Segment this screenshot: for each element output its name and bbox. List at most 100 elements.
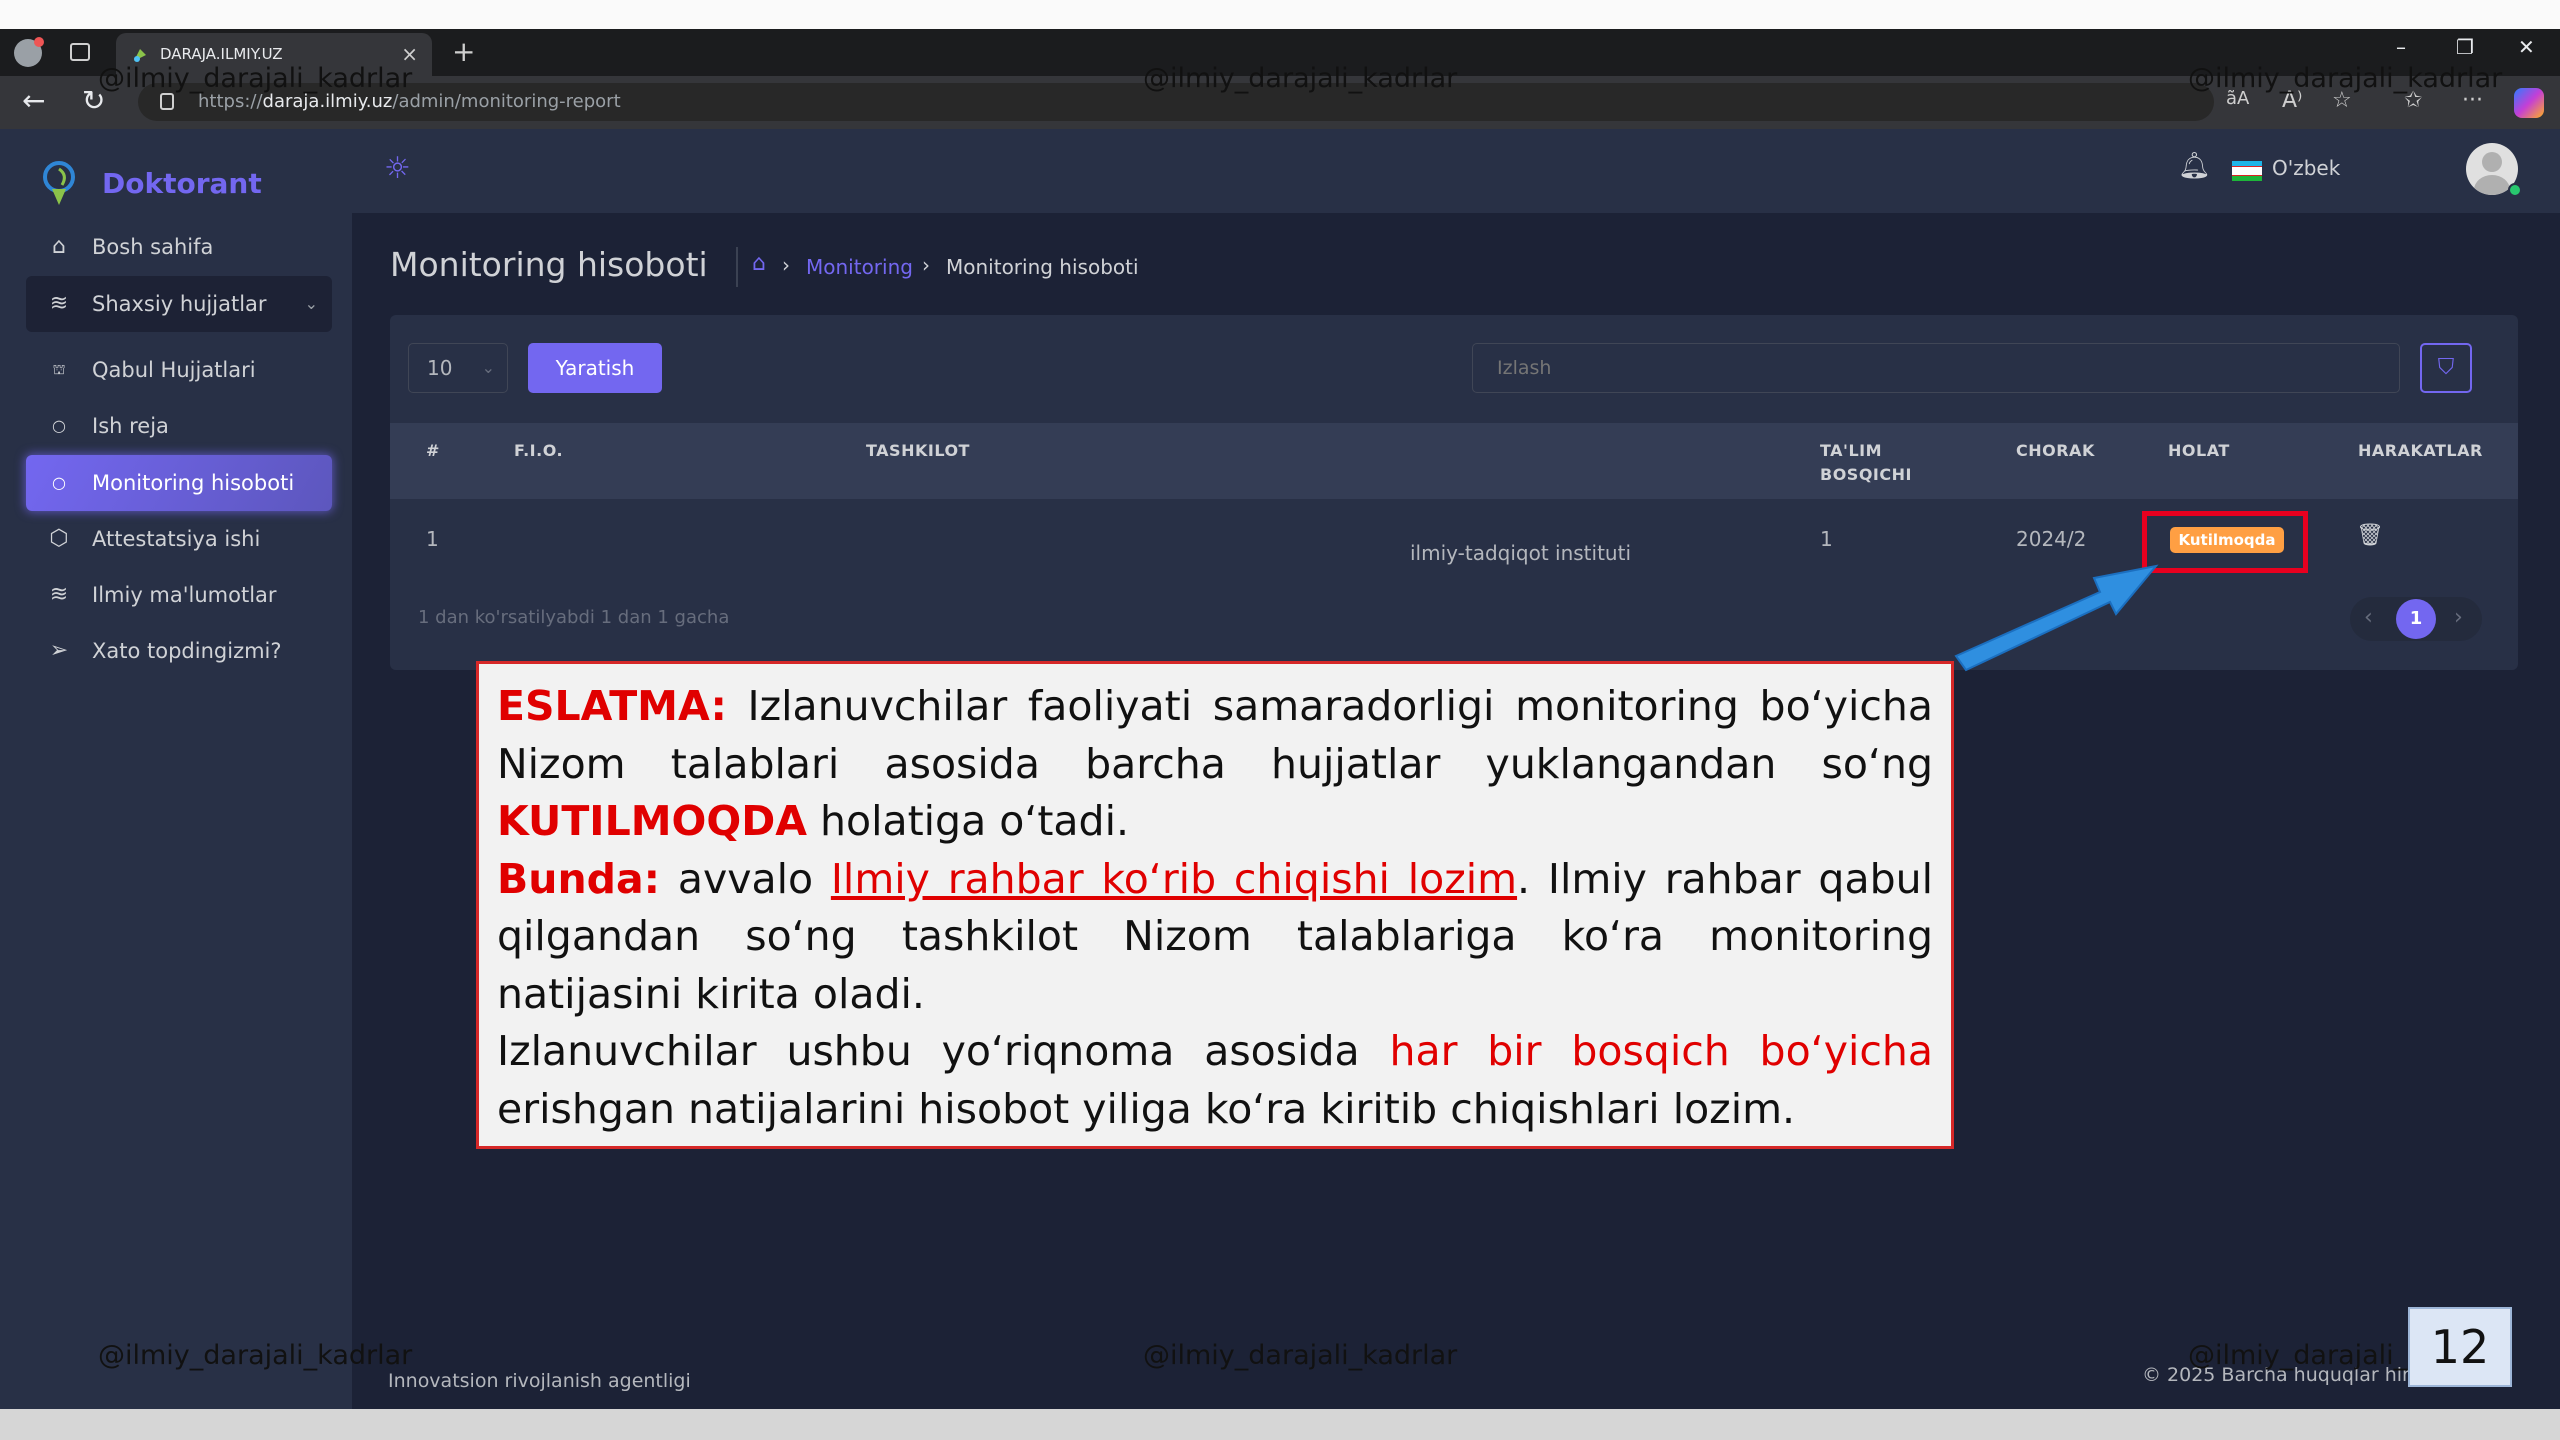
- sidebar-item-monitoring-hisoboti[interactable]: ○ Monitoring hisoboti: [26, 455, 332, 511]
- sidebar-item-attestatsiya-ishi[interactable]: ⬡ Attestatsiya ishi: [26, 511, 332, 567]
- breadcrumb-separator-icon: ›: [782, 253, 790, 277]
- page-1-button[interactable]: 1: [2396, 599, 2436, 639]
- filter-icon[interactable]: ⛉: [2420, 343, 2472, 393]
- note-text: erishgan natijalarini hisobot yiliga ko‘…: [497, 1084, 1796, 1133]
- tab-title: DARAJA.ILMIY.UZ: [160, 45, 283, 63]
- brand-logo-icon: [43, 161, 75, 205]
- footer-left: Innovatsion rivojlanish agentligi: [388, 1370, 691, 1392]
- breadcrumb-monitoring-link[interactable]: Monitoring: [806, 255, 913, 279]
- profile-icon[interactable]: [14, 37, 44, 67]
- chevron-down-icon: ⌄: [481, 358, 495, 377]
- copilot-icon[interactable]: [2514, 88, 2544, 118]
- chevron-down-icon: ⌄: [304, 294, 318, 313]
- note-text: avvalo: [660, 854, 831, 903]
- top-navbar: ☼ 🔔︎ O'zbek: [352, 129, 2560, 213]
- cell-quarter: 2024/2: [2016, 527, 2087, 551]
- create-button[interactable]: Yaratish: [528, 343, 662, 393]
- instruction-note: ESLATMA: Izlanuvchilar faoliyati samarad…: [476, 661, 1954, 1149]
- breadcrumb-current: Monitoring hisoboti: [946, 255, 1139, 279]
- online-status-dot: [2508, 183, 2522, 197]
- note-paragraph-1: ESLATMA: Izlanuvchilar faoliyati samarad…: [497, 678, 1933, 851]
- header-organization: TASHKILOT: [866, 441, 970, 460]
- layers-icon: ≋: [49, 582, 69, 607]
- bell-icon[interactable]: 🔔︎: [2178, 151, 2211, 181]
- cell-stage: 1: [1820, 527, 1833, 551]
- sidebar-item-label: Ish reja: [92, 414, 169, 438]
- sidebar-item-shaxsiy-hujjatlar[interactable]: ≋ Shaxsiy hujjatlar ⌄: [26, 276, 332, 332]
- home-icon: ⌂: [52, 234, 66, 259]
- sidebar-item-ish-reja[interactable]: ○ Ish reja: [26, 398, 332, 454]
- building-icon: ⛫: [52, 362, 66, 378]
- sidebar-item-label: Qabul Hujjatlari: [92, 358, 256, 382]
- sidebar-item-label: Xato topdingizmi?: [92, 639, 282, 663]
- pagination: ‹ 1 ›: [2350, 597, 2482, 641]
- tab-actions-icon[interactable]: [70, 43, 90, 61]
- cell-organization: ilmiy-tadqiqot instituti: [1410, 541, 1631, 565]
- per-page-value: 10: [427, 356, 453, 380]
- note-label-eslatma: ESLATMA:: [497, 682, 727, 730]
- watermark: @ilmiy_darajali_kadrlar: [1143, 1340, 1458, 1371]
- slide-number: 12: [2408, 1307, 2512, 1387]
- watermark: @ilmiy_darajali_kadrlar: [98, 63, 413, 94]
- table-header: # F.I.O. TASHKILOT TA'LIM BOSQICHI CHORAK…: [390, 423, 2518, 499]
- watermark: @ilmiy_darajali_kadrlar: [98, 1340, 413, 1371]
- back-icon[interactable]: ←: [22, 84, 45, 117]
- search-input[interactable]: [1472, 343, 2400, 393]
- send-icon: ➢: [49, 638, 69, 663]
- header-fio: F.I.O.: [514, 441, 564, 460]
- header-stage: TA'LIM BOSQICHI: [1820, 439, 1912, 487]
- breadcrumb-separator-icon: ›: [922, 253, 930, 277]
- note-label-bunda: Bunda:: [497, 854, 661, 903]
- highlight-box: [2142, 511, 2308, 573]
- brand-name: Doktorant: [102, 167, 262, 200]
- theme-toggle-sun-icon[interactable]: ☼: [384, 151, 411, 186]
- sidebar-item-qabul-hujjatlari[interactable]: ⛫ Qabul Hujjatlari: [26, 342, 332, 398]
- sidebar-item-bosh-sahifa[interactable]: ⌂ Bosh sahifa: [26, 219, 332, 275]
- note-highlight-kutilmoqda: KUTILMOQDA: [497, 797, 807, 845]
- monitoring-table-card: 10 ⌄ Yaratish ⛉ # F.I.O. TASHKILOT TA'LI…: [390, 315, 2518, 670]
- restore-icon[interactable]: ❐: [2456, 35, 2474, 59]
- favicon-icon: [134, 49, 146, 62]
- url-host: daraja.ilmiy.uz: [262, 91, 393, 112]
- hexagon-icon: ⬡: [49, 526, 69, 551]
- top-strip: [0, 0, 2560, 29]
- url-prefix: https://: [198, 91, 263, 112]
- note-text: holatiga o‘tadi.: [806, 797, 1130, 845]
- sidebar-item-label: Bosh sahifa: [92, 235, 214, 259]
- minimize-icon[interactable]: –: [2396, 35, 2406, 59]
- sidebar: Doktorant ⌂ Bosh sahifa ≋ Shaxsiy hujjat…: [0, 129, 352, 1409]
- circle-icon: ○: [52, 473, 66, 492]
- watermark: @ilmiy_darajali_kadrlar: [1143, 63, 1458, 94]
- pagination-info: 1 dan ko'rsatilyabdi 1 dan 1 gacha: [418, 607, 730, 628]
- header-quarter: CHORAK: [2016, 441, 2095, 460]
- breadcrumb-divider: [736, 247, 738, 287]
- new-tab-button[interactable]: +: [452, 35, 475, 68]
- note-paragraph-2: Bunda: avvalo Ilmiy rahbar ko‘rib chiqis…: [497, 851, 1933, 1024]
- lock-icon: [160, 93, 174, 110]
- watermark: @ilmiy_darajali_kadrlar: [2188, 63, 2503, 94]
- sidebar-item-label: Monitoring hisoboti: [92, 471, 295, 495]
- chevron-right-icon[interactable]: ›: [2454, 605, 2463, 630]
- per-page-select[interactable]: 10 ⌄: [408, 343, 508, 393]
- language-selector[interactable]: O'zbek: [2272, 156, 2340, 180]
- sidebar-item-label: Ilmiy ma'lumotlar: [92, 583, 277, 607]
- chevron-left-icon[interactable]: ‹: [2364, 605, 2373, 630]
- header-status: HOLAT: [2168, 441, 2230, 460]
- page-title: Monitoring hisoboti: [390, 245, 708, 284]
- trash-icon[interactable]: 🗑︎: [2356, 523, 2384, 548]
- note-highlight-bosqich: har bir bosqich bo‘yicha: [1389, 1027, 1934, 1075]
- note-text: Izlanuvchilar ushbu yo‘riqnoma asosida: [497, 1027, 1390, 1075]
- layers-icon: ≋: [49, 291, 69, 316]
- sidebar-item-label: Shaxsiy hujjatlar: [92, 292, 267, 316]
- header-stage-line1: TA'LIM: [1820, 441, 1883, 460]
- header-actions: HARAKATLAR: [2358, 441, 2483, 460]
- sidebar-item-label: Attestatsiya ishi: [92, 527, 261, 551]
- uzbekistan-flag-icon: [2232, 161, 2262, 181]
- breadcrumb-home-icon[interactable]: ⌂: [752, 251, 766, 276]
- close-window-icon[interactable]: ✕: [2518, 35, 2535, 59]
- note-paragraph-3: Izlanuvchilar ushbu yo‘riqnoma asosida h…: [497, 1023, 1933, 1138]
- url-path: /admin/monitoring-report: [392, 91, 621, 112]
- circle-icon: ○: [52, 416, 66, 435]
- sidebar-item-ilmiy-malumotlar[interactable]: ≋ Ilmiy ma'lumotlar: [26, 567, 332, 623]
- sidebar-item-xato-topdingizmi[interactable]: ➢ Xato topdingizmi?: [26, 623, 332, 679]
